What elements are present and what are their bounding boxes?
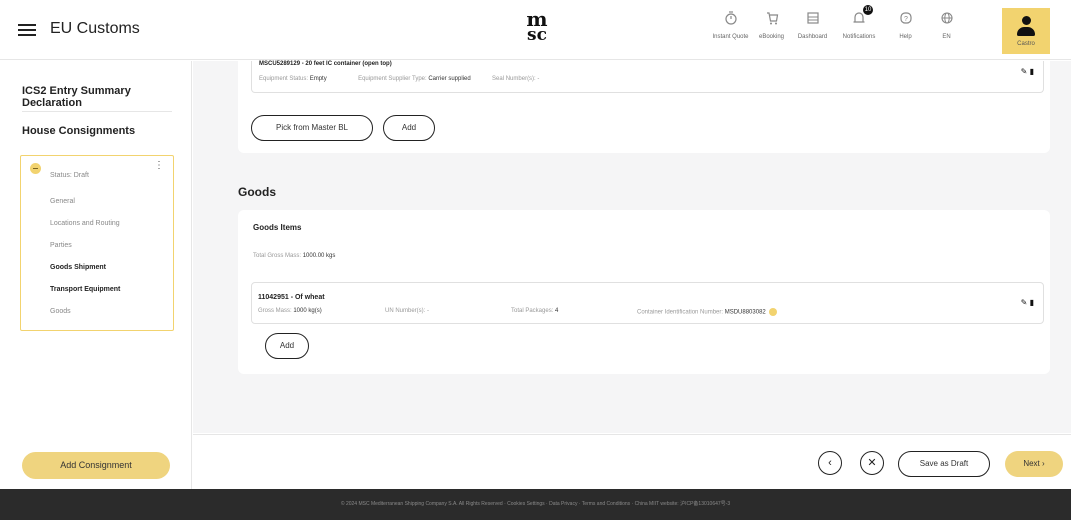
close-button[interactable]: ✕ [860,451,884,475]
user-icon-body [1017,27,1035,36]
sidebar-item-general[interactable]: General [50,198,120,220]
total-packages: Total Packages: 4 [511,308,558,314]
consignment-menu: General Locations and Routing Parties Go… [50,198,120,330]
sidebar-item-transport-equipment[interactable]: Transport Equipment [50,286,120,308]
equipment-item: MSCU5289129 - 20 feet IC container (open… [251,61,1044,93]
svg-text:?: ? [904,16,908,23]
save-as-draft-button[interactable]: Save as Draft [898,451,990,477]
top-header: EU Customs m sc Instant Quote eBooking D… [0,0,1071,60]
header-nav: Instant Quote eBooking Dashboard 10 Noti… [712,5,969,52]
hamburger-menu-icon[interactable] [18,24,36,36]
equipment-status-label: Equipment Status: [259,76,309,82]
add-goods-item-button[interactable]: Add [265,333,309,359]
footer: © 2024 MSC Mediterranean Shipping Compan… [0,489,1071,520]
globe-icon [938,8,956,28]
consignment-status: Status: Draft [50,172,89,179]
sidebar-item-goods[interactable]: Goods [50,308,120,330]
nav-ebooking[interactable]: eBooking [753,8,790,52]
edit-icon[interactable]: ✎ [1021,67,1028,76]
sidebar-heading-ics2[interactable]: ICS2 Entry Summary Declaration [22,85,191,109]
nav-label: Instant Quote [712,34,749,40]
bell-icon: 10 [850,5,873,28]
sidebar-item-locations-routing[interactable]: Locations and Routing [50,220,120,242]
equipment-fields: Equipment Status: Empty Equipment Suppli… [259,76,539,82]
total-gross-mass: Total Gross Mass: 1000.00 kgs [253,253,335,259]
nav-help[interactable]: ? Help [887,8,924,52]
dashboard-icon [804,8,822,28]
sidebar-heading-house-consignments[interactable]: House Consignments [22,125,135,137]
gross-mass-value: 1000 kg(s) [293,308,322,314]
msc-logo[interactable]: m sc [515,9,559,49]
transport-equipment-card: MSCU5289129 - 20 feet IC container (open… [238,61,1050,153]
nav-instant-quote[interactable]: Instant Quote [712,8,749,52]
sidebar-item-parties[interactable]: Parties [50,242,120,264]
nav-dashboard[interactable]: Dashboard [794,8,831,52]
total-gross-mass-value: 1000.00 kgs [302,253,336,259]
cart-icon [763,8,781,28]
delete-icon[interactable]: ▮ [1030,298,1034,307]
nav-notifications[interactable]: 10 Notifications [835,5,883,52]
nav-label: Dashboard [797,34,828,40]
help-icon: ? [897,8,915,28]
nav-label: Help [899,34,912,40]
equipment-supplier-value: Carrier supplied [428,76,471,82]
un-number: UN Number(s): - [385,308,430,314]
kebab-menu-icon[interactable]: ⋮ [154,161,164,171]
total-packages-value: 4 [555,308,559,314]
user-icon [1021,16,1031,25]
nav-label: Notifications [842,34,876,40]
user-label: Castro [1017,41,1035,47]
back-button[interactable]: ‹ [818,451,842,475]
goods-item: 11042951 - Of wheat Gross Mass: 1000 kg(… [251,282,1044,324]
app-title: EU Customs [50,20,140,37]
container-id-value: MSDU8803082 [724,309,766,316]
edit-icon[interactable]: ✎ [1021,298,1028,307]
instant-quote-icon [722,8,740,28]
notification-badge: 10 [863,5,873,15]
nav-label: eBooking [758,34,785,40]
main-content: MSCU5289129 - 20 feet IC container (open… [193,61,1071,433]
gross-mass-label: Gross Mass: [258,308,292,314]
gross-mass: Gross Mass: 1000 kg(s) [258,308,322,314]
nav-language[interactable]: EN [928,8,965,52]
sidebar: ICS2 Entry Summary Declaration House Con… [0,61,192,489]
goods-item-title: 11042951 - Of wheat [258,294,325,301]
equipment-supplier-label: Equipment Supplier Type: [358,76,427,82]
container-id-label: Container Identification Number: [637,309,724,316]
goods-section-title: Goods [238,185,276,199]
total-gross-mass-label: Total Gross Mass: [253,253,302,259]
logo-line2: sc [527,25,547,45]
goods-items-title: Goods Items [253,223,302,232]
user-account-button[interactable]: Castro [1002,8,1050,54]
equipment-status-value: Empty [309,76,327,82]
nav-label: EN [942,34,951,40]
total-packages-label: Total Packages: [511,308,554,314]
sidebar-divider [22,111,172,112]
container-id: Container Identification Number: MSDU880… [637,308,778,316]
goods-item-actions: ✎ ▮ [1021,298,1034,307]
consignment-card: ⋮ Status: Draft General Locations and Ro… [20,155,174,331]
add-consignment-button[interactable]: Add Consignment [22,452,170,479]
equipment-title: MSCU5289129 - 20 feet IC container (open… [259,61,392,67]
add-equipment-button[interactable]: Add [383,115,435,141]
delete-icon[interactable]: ▮ [1030,67,1034,76]
goods-card: Goods Items Total Gross Mass: 1000.00 kg… [238,210,1050,374]
bottom-action-bar: ‹ ✕ Save as Draft Next › [193,434,1071,489]
collapse-icon[interactable] [30,163,41,174]
pick-from-master-bl-button[interactable]: Pick from Master BL [251,115,373,141]
equipment-actions: ✎ ▮ [1021,67,1034,76]
next-button[interactable]: Next › [1005,451,1063,477]
container-badge-icon [769,308,778,316]
sidebar-item-goods-shipment[interactable]: Goods Shipment [50,264,120,286]
seal-number: Seal Number(s): - [492,76,540,82]
